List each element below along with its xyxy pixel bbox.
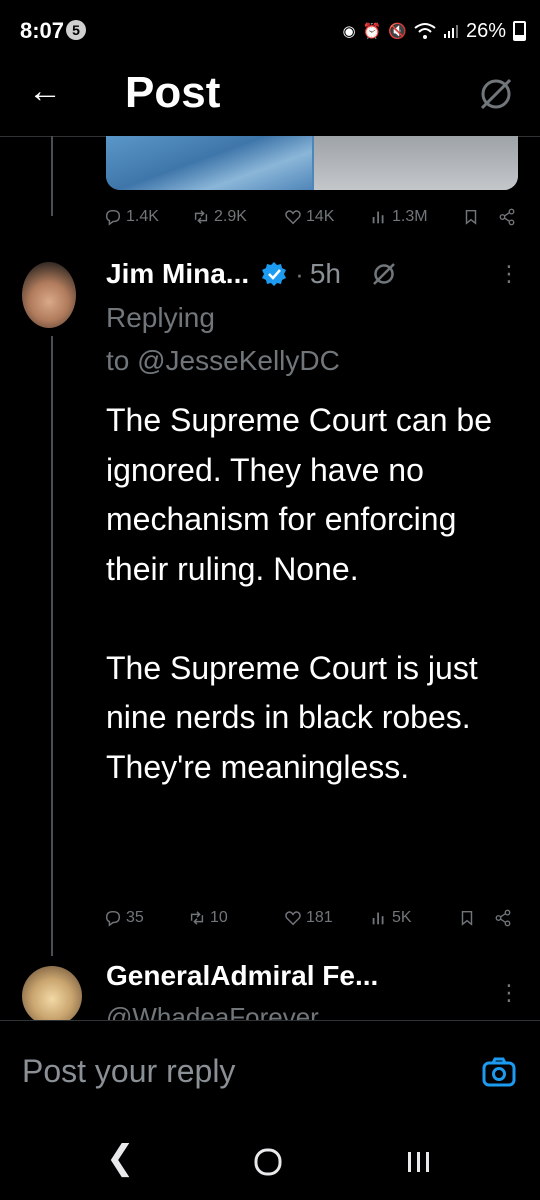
views-count: 5K bbox=[392, 909, 412, 926]
share-icon[interactable] bbox=[498, 208, 516, 226]
status-bar: 8:07 5 ◉ ⏰ 🔇 26% bbox=[0, 0, 540, 62]
like-count: 14K bbox=[306, 208, 335, 225]
media-image-left bbox=[106, 136, 312, 190]
views-icon bbox=[372, 912, 384, 925]
notification-count-badge: 5 bbox=[66, 20, 86, 40]
repost-icon bbox=[194, 210, 208, 224]
nav-home-icon[interactable] bbox=[254, 1148, 282, 1176]
reply-button[interactable]: 1.4K bbox=[104, 208, 192, 226]
next-reply-header: GeneralAdmiral Fe... ⋮ bbox=[106, 954, 526, 1004]
back-arrow-icon[interactable]: ← bbox=[28, 72, 62, 111]
signal-icon bbox=[443, 25, 458, 38]
like-count: 181 bbox=[306, 909, 333, 926]
bookmark-icon[interactable] bbox=[462, 208, 480, 226]
mute-icon: 🔇 bbox=[388, 23, 407, 40]
page-title: Post bbox=[125, 68, 221, 117]
repost-count: 10 bbox=[210, 909, 228, 926]
reply-button[interactable]: 35 bbox=[104, 909, 188, 927]
alarm-clock-icon: ⏰ bbox=[362, 23, 382, 40]
author-name[interactable]: GeneralAdmiral Fe... bbox=[106, 960, 378, 992]
more-options-icon[interactable]: ⋮ bbox=[498, 263, 520, 285]
grok-icon[interactable] bbox=[371, 261, 397, 287]
avatar[interactable] bbox=[22, 966, 82, 1026]
thread-line bbox=[51, 336, 53, 956]
replying-to: Replying to @JesseKellyDC bbox=[106, 296, 340, 382]
bookmark-icon[interactable] bbox=[458, 909, 476, 927]
reply-composer: Post your reply bbox=[0, 1020, 540, 1121]
like-button[interactable]: 181 bbox=[284, 909, 370, 927]
nav-back-icon[interactable]: ❮ bbox=[106, 1138, 135, 1178]
post-age: 5h bbox=[309, 258, 341, 289]
system-nav-bar: ❮ bbox=[0, 1120, 540, 1200]
reply-icon bbox=[105, 209, 121, 226]
reply-icon bbox=[105, 910, 121, 927]
grok-icon[interactable] bbox=[476, 74, 516, 114]
replying-label: Replying bbox=[106, 302, 215, 333]
separator-dot: · bbox=[295, 258, 304, 289]
post-media[interactable] bbox=[106, 136, 518, 190]
battery-icon bbox=[513, 21, 526, 41]
alarm-icon: ◉ bbox=[342, 23, 356, 40]
thread-line bbox=[51, 136, 53, 216]
repost-count: 2.9K bbox=[214, 208, 247, 225]
views-button[interactable]: 1.3M bbox=[370, 208, 462, 226]
reply-actions: 35 10 181 5K bbox=[104, 904, 522, 932]
heart-icon bbox=[285, 911, 301, 926]
avatar[interactable] bbox=[22, 262, 76, 328]
author-handle[interactable]: @WhadeaForever bbox=[106, 1002, 319, 1020]
nav-recents-icon[interactable] bbox=[406, 1150, 432, 1174]
repost-button[interactable]: 2.9K bbox=[192, 208, 284, 226]
top-bar: ← Post bbox=[0, 62, 540, 137]
views-icon bbox=[372, 211, 384, 224]
status-icons: ◉ ⏰ 🔇 26% bbox=[342, 18, 526, 44]
reply-input[interactable]: Post your reply bbox=[22, 1053, 235, 1090]
more-options-icon[interactable]: ⋮ bbox=[498, 982, 520, 1004]
reply-count: 1.4K bbox=[126, 208, 159, 225]
heart-icon bbox=[285, 210, 301, 225]
views-count: 1.3M bbox=[392, 208, 428, 225]
camera-icon[interactable] bbox=[482, 1057, 516, 1087]
verified-badge-icon bbox=[262, 262, 287, 286]
status-time: 8:07 bbox=[20, 18, 65, 43]
wifi-icon bbox=[414, 23, 436, 39]
media-image-right bbox=[314, 136, 518, 190]
reply-header: Jim Mina... · 5h ⋮ bbox=[106, 254, 526, 294]
reply-count: 35 bbox=[126, 909, 144, 926]
views-button[interactable]: 5K bbox=[370, 909, 458, 927]
like-button[interactable]: 14K bbox=[284, 208, 370, 226]
repost-button[interactable]: 10 bbox=[188, 909, 284, 927]
author-name[interactable]: Jim Mina... bbox=[106, 258, 249, 290]
original-post-actions: 1.4K 2.9K 14K 1.3M bbox=[104, 203, 522, 231]
battery-percent: 26% bbox=[465, 19, 506, 42]
replying-handle[interactable]: to @JesseKellyDC bbox=[106, 339, 340, 382]
repost-icon bbox=[190, 911, 204, 925]
share-icon[interactable] bbox=[494, 909, 512, 927]
tweet-text: The Supreme Court can be ignored. They h… bbox=[106, 402, 492, 785]
